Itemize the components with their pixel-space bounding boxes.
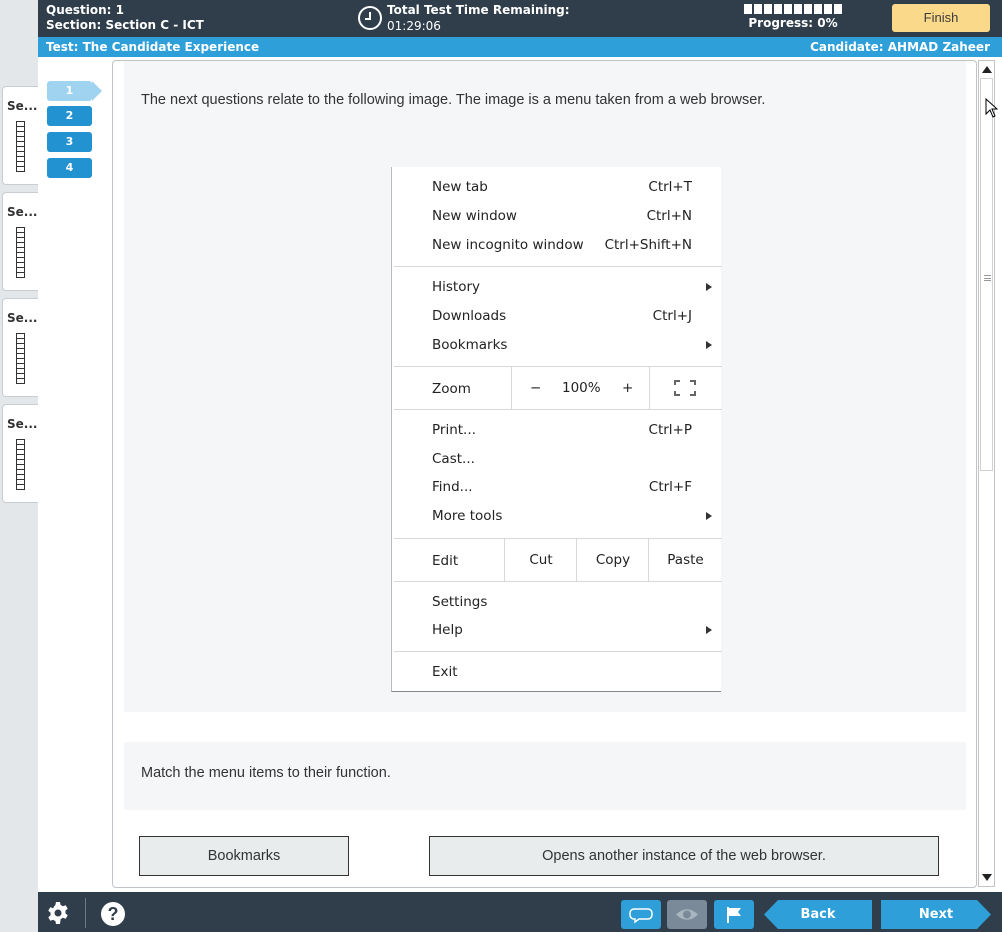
section-progress-icon	[16, 439, 25, 490]
next-button[interactable]: Next	[881, 900, 991, 929]
reveal-button[interactable]	[667, 900, 707, 929]
help-icon[interactable]: ?	[101, 902, 125, 926]
menu-item: Print... Ctrl+P	[432, 422, 692, 438]
speech-bubble-icon	[629, 908, 653, 924]
section-progress-icon	[16, 121, 25, 172]
scroll-thumb[interactable]	[980, 78, 993, 471]
browser-menu-image: New tab Ctrl+T New window Ctrl+N New incog…	[391, 167, 722, 692]
section-tab-4[interactable]: Se...	[2, 404, 38, 503]
submenu-arrow-icon	[706, 283, 712, 291]
scroll-up-icon[interactable]	[982, 66, 992, 73]
menu-item: Help	[392, 616, 722, 645]
top-header: Question: 1 Section: Section C - ICT Tot…	[38, 0, 1002, 37]
menu-item: New incognito window Ctrl+Shift+N	[432, 237, 692, 253]
question-button-2[interactable]: 2	[47, 106, 92, 126]
menu-item: Bookmarks	[392, 331, 722, 360]
eye-icon	[676, 909, 698, 920]
section-tab-label: Se...	[7, 311, 38, 325]
menu-item: History	[392, 273, 722, 302]
submenu-arrow-icon	[706, 512, 712, 520]
match-item-option[interactable]: Bookmarks	[139, 836, 349, 876]
submenu-arrow-icon	[706, 626, 712, 634]
instruction-text: Match the menu items to their function.	[141, 765, 391, 781]
section-name: Section: Section C - ICT	[46, 18, 204, 32]
question-panel: The next questions relate to the followi…	[112, 60, 977, 888]
menu-edit-row: Edit Cut Copy Paste	[392, 539, 722, 581]
scroll-down-icon[interactable]	[982, 874, 992, 881]
menu-item: Downloads Ctrl+J	[432, 308, 692, 324]
question-info: Question: 1 Section: Section C - ICT	[46, 3, 204, 33]
section-progress-icon	[16, 333, 25, 384]
timer-title: Total Test Time Remaining:	[387, 3, 570, 17]
section-tab-2[interactable]: Se...	[2, 192, 38, 291]
question-stem: The next questions relate to the followi…	[124, 61, 966, 712]
menu-item: Settings	[432, 594, 488, 610]
timer-value: 01:29:06	[387, 19, 441, 33]
progress-bar	[743, 4, 843, 14]
stem-text: The next questions relate to the followi…	[141, 92, 766, 108]
toolbar-divider	[85, 898, 86, 928]
menu-item: Exit	[432, 664, 458, 680]
menu-item: New window Ctrl+N	[432, 208, 692, 224]
question-navigator: 1 2 3 4	[38, 57, 112, 892]
section-progress-icon	[16, 227, 25, 278]
timer: Total Test Time Remaining: 01:29:06	[387, 2, 570, 34]
section-tab-label: Se...	[7, 99, 38, 113]
submenu-arrow-icon	[706, 341, 712, 349]
clock-icon	[358, 6, 382, 30]
match-target-option[interactable]: Opens another instance of the web browse…	[429, 836, 939, 876]
section-tab-label: Se...	[7, 205, 38, 219]
mouse-cursor-icon	[985, 98, 999, 118]
section-tab-label: Se...	[7, 417, 38, 431]
menu-zoom-row: Zoom − 100% +	[392, 367, 722, 409]
finish-button[interactable]: Finish	[892, 4, 990, 32]
settings-gear-icon[interactable]	[46, 901, 70, 925]
question-button-4[interactable]: 4	[47, 158, 92, 178]
question-button-3[interactable]: 3	[47, 132, 92, 152]
progress-indicator: Progress: 0%	[743, 4, 843, 30]
question-button-1[interactable]: 1	[47, 81, 102, 101]
grip-icon	[984, 275, 991, 281]
progress-label: Progress: 0%	[748, 16, 838, 30]
comment-button[interactable]	[621, 900, 661, 929]
test-info-bar: Test: The Candidate Experience Candidate…	[38, 37, 1002, 57]
back-button[interactable]: Back	[764, 900, 872, 929]
menu-divider	[394, 409, 722, 410]
vertical-scrollbar[interactable]	[978, 60, 995, 887]
section-tab-1[interactable]: Se...	[2, 86, 38, 185]
instruction-box: Match the menu items to their function.	[124, 742, 966, 810]
menu-item: Cast...	[432, 451, 475, 467]
menu-divider	[394, 581, 722, 582]
flag-button[interactable]	[714, 900, 754, 929]
bottom-toolbar: ? Back Next	[38, 892, 1002, 932]
section-tab-3[interactable]: Se...	[2, 298, 38, 397]
menu-divider	[394, 651, 722, 652]
menu-item: More tools	[392, 502, 722, 531]
menu-item: Find... Ctrl+F	[432, 479, 692, 495]
flag-icon	[727, 907, 741, 923]
candidate-name: Candidate: AHMAD Zaheer	[810, 40, 990, 54]
test-name: Test: The Candidate Experience	[46, 40, 260, 54]
menu-divider	[394, 266, 722, 267]
question-number: Question: 1	[46, 3, 124, 17]
fullscreen-icon	[674, 380, 696, 396]
menu-item: New tab Ctrl+T	[432, 179, 692, 195]
